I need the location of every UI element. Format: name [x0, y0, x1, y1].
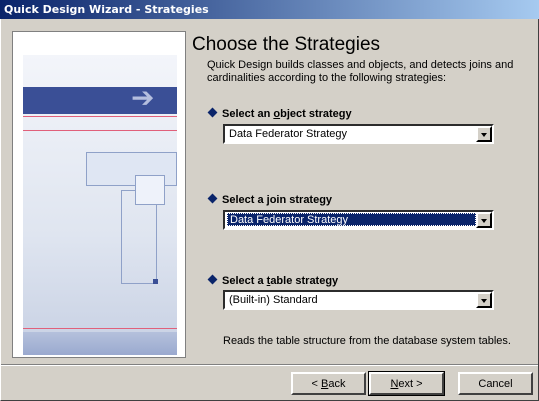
illustration-line: [23, 130, 177, 131]
table-strategy-note: Reads the table structure from the datab…: [223, 335, 511, 347]
button-separator: [1, 364, 538, 366]
table-strategy-select[interactable]: (Built-in) Standard: [223, 290, 494, 310]
wizard-illustration: ➔: [12, 31, 186, 358]
chevron-down-icon[interactable]: [476, 212, 492, 228]
illustration-dot: [153, 279, 158, 284]
table-strategy-label: Select a table strategy: [207, 274, 338, 287]
back-button[interactable]: < Back: [291, 372, 366, 395]
next-button[interactable]: Next >: [368, 371, 445, 396]
object-strategy-label: Select an object strategy: [207, 107, 352, 120]
window-title: Quick Design Wizard - Strategies: [4, 3, 209, 16]
chevron-down-icon[interactable]: [476, 292, 492, 308]
illustration-line: [23, 328, 177, 329]
wizard-dialog: ➔ Choose the Strategies Quick Design bui…: [0, 19, 539, 401]
join-strategy-select[interactable]: Data Federator Strategy: [223, 210, 494, 230]
diamond-bullet-icon: [207, 193, 218, 204]
diamond-bullet-icon: [207, 107, 218, 118]
cancel-button[interactable]: Cancel: [458, 372, 533, 395]
diamond-bullet-icon: [207, 274, 218, 285]
table-strategy-value: (Built-in) Standard: [229, 294, 318, 306]
join-strategy-label: Select a join strategy: [207, 193, 332, 206]
object-strategy-value: Data Federator Strategy: [229, 128, 348, 140]
chevron-down-icon[interactable]: [476, 126, 492, 142]
arrow-right-icon: ➔: [131, 81, 155, 114]
illustration-box: [135, 175, 165, 205]
join-strategy-value: Data Federator Strategy: [227, 213, 476, 226]
page-description: Quick Design builds classes and objects,…: [207, 59, 514, 84]
page-title: Choose the Strategies: [192, 34, 381, 55]
title-bar: Quick Design Wizard - Strategies: [0, 0, 539, 19]
illustration-line: [23, 116, 177, 117]
object-strategy-select[interactable]: Data Federator Strategy: [223, 124, 494, 144]
illustration-band: [23, 332, 177, 355]
